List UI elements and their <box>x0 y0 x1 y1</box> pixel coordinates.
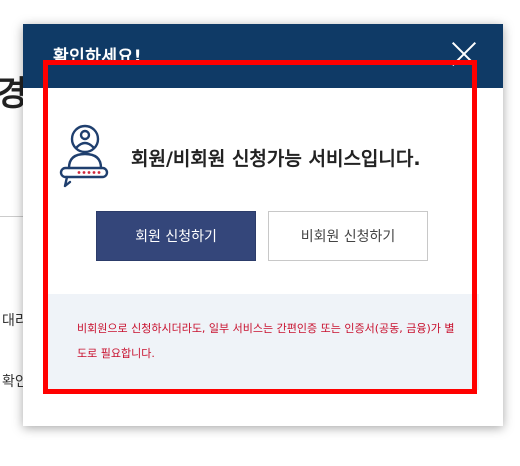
background-divider <box>0 216 24 217</box>
page: 경 대리 확인 확인하세요! 회원/비회원 신청가능 서비스입니다. 회원 신청… <box>0 0 520 466</box>
member-apply-button[interactable]: 회원 신청하기 <box>96 211 256 261</box>
close-icon[interactable] <box>451 40 477 66</box>
modal-header: 확인하세요! <box>23 24 503 88</box>
service-message: 회원/비회원 신청가능 서비스입니다. <box>131 148 421 170</box>
notice-box: 비회원으로 신청하시더라도, 일부 서비스는 간편인증 또는 인증서(공동, 금… <box>47 294 479 390</box>
confirm-modal: 확인하세요! 회원/비회원 신청가능 서비스입니다. 회원 신청하기 비회원 신… <box>23 24 503 426</box>
member-service-icon <box>59 124 109 188</box>
modal-title: 확인하세요! <box>53 47 142 67</box>
notice-text: 비회원으로 신청하시더라도, 일부 서비스는 간편인증 또는 인증서(공동, 금… <box>77 322 455 360</box>
nonmember-apply-button[interactable]: 비회원 신청하기 <box>268 211 428 261</box>
